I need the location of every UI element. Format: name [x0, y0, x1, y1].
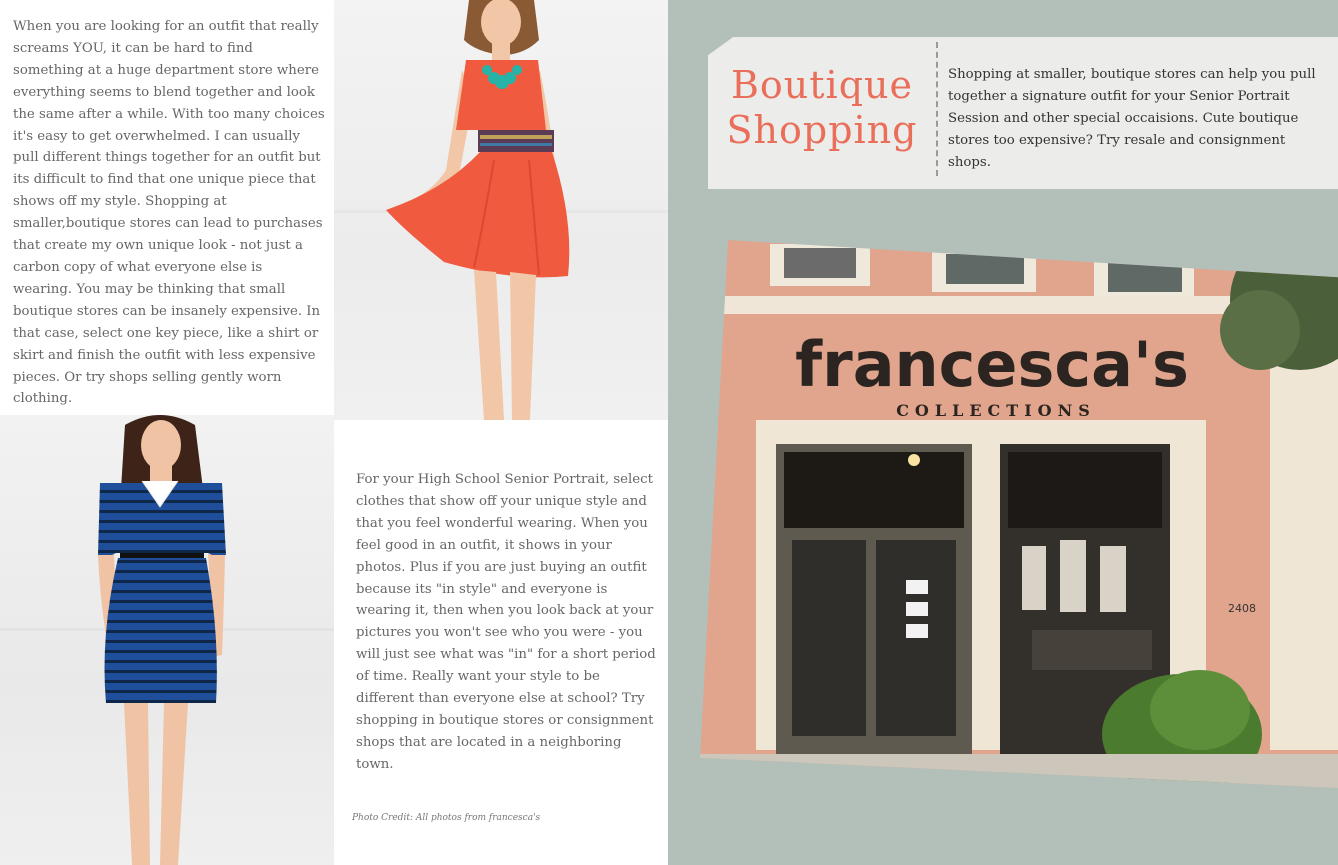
- red-dress-illustration: [334, 0, 668, 420]
- senior-text: For your High School Senior Portrait, se…: [356, 472, 656, 772]
- storefront-illustration: francesca's COLLECTIONS 2408: [700, 240, 1338, 788]
- banner-divider: [936, 42, 938, 176]
- blue-dress-illustration: [0, 415, 334, 865]
- red-dress-photo: [334, 0, 668, 420]
- blue-dress-photo: [0, 415, 334, 865]
- store-sign-sub: COLLECTIONS: [896, 401, 1096, 420]
- intro-text: When you are looking for an outfit that …: [13, 19, 325, 407]
- storefront-photo: francesca's COLLECTIONS 2408: [700, 240, 1338, 788]
- address-plate: 2408: [1228, 602, 1256, 615]
- senior-portrait-paragraph: For your High School Senior Portrait, se…: [356, 469, 656, 776]
- title-line-1: Boutique: [731, 63, 913, 107]
- intro-paragraph: When you are looking for an outfit that …: [13, 16, 325, 410]
- store-sign-main: francesca's: [795, 328, 1189, 401]
- title-line-2: Shopping: [726, 108, 918, 152]
- banner-text: Shopping at smaller, boutique stores can…: [948, 67, 1316, 170]
- photo-credit: Photo Credit: All photos from francesca'…: [352, 813, 541, 823]
- page-title: Boutique Shopping: [722, 63, 922, 153]
